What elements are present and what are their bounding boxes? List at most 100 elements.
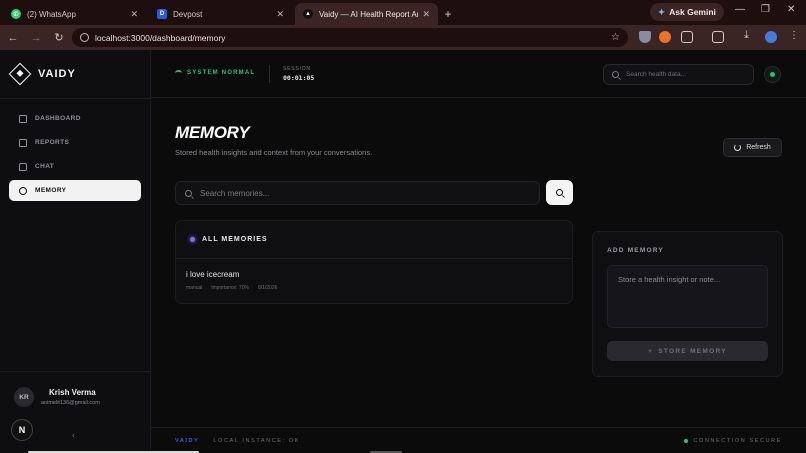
sidebar-item-reports[interactable]: REPORTS (9, 132, 141, 153)
panel-header: ALL MEMORIES (176, 221, 572, 259)
download-icon[interactable]: ⤓ (744, 29, 756, 41)
footer-brand: VAIDY (175, 437, 200, 444)
local-instance-status: LOCAL INSTANCE: OK (213, 437, 300, 444)
health-data-search[interactable] (603, 64, 754, 85)
memory-search-field[interactable] (175, 181, 540, 205)
ask-gemini-button[interactable]: ✦ Ask Gemini (650, 3, 724, 21)
ask-gemini-label: Ask Gemini (669, 7, 716, 17)
panel-title: ALL MEMORIES (202, 236, 268, 243)
vaidy-icon: ▲ (303, 9, 313, 19)
menu-icon[interactable]: ⋮ (789, 30, 801, 42)
plus-icon: + (648, 347, 654, 355)
gemini-icon: ✦ (658, 6, 666, 17)
status-dot (684, 438, 689, 443)
divider (269, 65, 270, 83)
add-memory-panel: ADD MEMORY + STORE MEMORY (592, 231, 783, 377)
tab-title: Vaidy — AI Health Report Analy (319, 9, 418, 19)
memory-date: 8/1/2026 (257, 285, 278, 291)
sidebar-item-dashboard[interactable]: DASHBOARD (9, 108, 141, 129)
add-memory-label: ADD MEMORY (607, 247, 664, 254)
memory-meta: manual importance: 70% 8/1/2026 (186, 285, 572, 291)
tab-title: (2) WhatsApp (27, 9, 76, 19)
search-icon (612, 71, 619, 78)
collapse-sidebar-icon[interactable]: ‹ (72, 430, 75, 440)
refresh-button[interactable]: Refresh (723, 138, 782, 157)
document-icon (19, 138, 27, 147)
chat-icon (19, 162, 27, 171)
divider (0, 98, 151, 99)
close-tab-icon[interactable]: ✕ (276, 9, 284, 20)
next-dev-badge[interactable]: N (11, 419, 33, 441)
bookmark-star-icon[interactable]: ☆ (611, 32, 620, 43)
sidebar-item-label: REPORTS (35, 139, 70, 146)
sidebar-item-label: MEMORY (35, 187, 67, 194)
browser-tab-devpost[interactable]: D Devpost ✕ (149, 3, 292, 25)
puzzle-icon[interactable] (681, 31, 693, 43)
memory-source: manual (186, 285, 203, 291)
system-status-label: SYSTEM NORMAL (187, 70, 256, 76)
user-email: animelit136@gmail.com (41, 400, 100, 406)
user-name: Krish Verma (49, 388, 96, 397)
close-window-icon[interactable]: ✕ (787, 4, 795, 15)
sidebar-item-chat[interactable]: CHAT (9, 156, 141, 177)
all-memories-panel: ALL MEMORIES i love icecream manual impo… (175, 220, 573, 304)
health-search-input[interactable] (626, 71, 736, 78)
devpost-icon: D (157, 9, 167, 19)
reload-icon[interactable]: ↻ (49, 31, 69, 44)
url-bar[interactable]: localhost:3000/dashboard/memory ☆ (72, 28, 628, 47)
search-icon (185, 189, 192, 197)
top-header: SYSTEM NORMAL SESSION 00:01:05 (151, 50, 806, 98)
minimize-icon[interactable]: — (735, 4, 745, 15)
memory-search-button[interactable] (546, 180, 573, 205)
url-text: localhost:3000/dashboard/memory (95, 32, 226, 43)
brain-icon (19, 186, 27, 195)
status-footer: VAIDY LOCAL INSTANCE: OK CONNECTION SECU… (151, 427, 806, 453)
page-title: MEMORY (175, 123, 250, 142)
brand-name: VAIDY (38, 68, 76, 80)
session-timer: 00:01:05 (283, 74, 315, 82)
close-tab-icon[interactable]: ✕ (422, 9, 430, 20)
avatar[interactable]: KR (14, 387, 34, 407)
wifi-icon (175, 70, 182, 76)
session-label: SESSION (283, 66, 311, 72)
memory-search-input[interactable] (200, 188, 520, 198)
search-icon (556, 189, 563, 196)
new-tab-button[interactable]: + (438, 3, 458, 25)
connection-status: CONNECTION SECURE (684, 438, 782, 444)
main-content: MEMORY Stored health insights and contex… (151, 99, 806, 427)
indicator-dot (190, 237, 195, 242)
cast-icon[interactable] (712, 31, 724, 43)
memory-note-textarea[interactable] (607, 265, 768, 328)
store-memory-label: STORE MEMORY (658, 347, 727, 355)
system-status: SYSTEM NORMAL (175, 70, 255, 76)
shield-extension-icon[interactable] (639, 31, 651, 43)
memory-text: i love icecream (186, 270, 240, 279)
refresh-icon (734, 144, 742, 151)
tab-title: Devpost (173, 9, 203, 19)
sidebar: VAIDY DASHBOARD REPORTS CHAT MEMORY KR K… (0, 50, 151, 453)
extension-icon[interactable] (659, 31, 671, 43)
restore-icon[interactable]: ❐ (761, 4, 770, 15)
list-item[interactable]: i love icecream manual importance: 70% 8… (176, 259, 572, 291)
profile-avatar-icon[interactable] (765, 31, 777, 43)
refresh-label: Refresh (746, 144, 771, 151)
status-indicator[interactable] (764, 66, 781, 83)
connection-label: CONNECTION SECURE (693, 437, 782, 444)
browser-tab-whatsapp[interactable]: ✆ (2) WhatsApp ✕ (3, 3, 146, 25)
site-info-icon[interactable] (80, 33, 89, 42)
back-icon[interactable]: ← (3, 32, 23, 44)
close-tab-icon[interactable]: ✕ (130, 9, 138, 20)
grid-icon (19, 114, 27, 123)
whatsapp-icon: ✆ (11, 9, 21, 19)
logo-icon (8, 62, 32, 86)
app: VAIDY DASHBOARD REPORTS CHAT MEMORY KR K… (0, 50, 806, 453)
memory-importance: importance: 70% (211, 285, 249, 291)
sidebar-item-memory[interactable]: MEMORY (9, 180, 141, 201)
forward-icon[interactable]: → (26, 32, 46, 44)
brand-logo[interactable]: VAIDY (8, 62, 76, 86)
address-bar-row: ← → ↻ localhost:3000/dashboard/memory ☆ … (0, 25, 806, 50)
sidebar-item-label: DASHBOARD (35, 115, 81, 122)
divider (0, 371, 151, 372)
browser-tab-vaidy[interactable]: ▲ Vaidy — AI Health Report Analy ✕ (295, 3, 438, 25)
store-memory-button[interactable]: + STORE MEMORY (607, 341, 768, 361)
